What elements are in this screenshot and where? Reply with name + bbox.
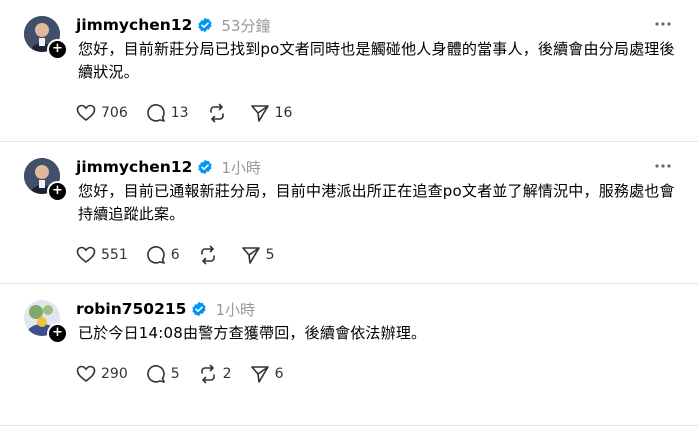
post-time[interactable]: 53分鐘 <box>221 15 270 36</box>
repost-button[interactable]: 2 <box>198 364 232 384</box>
repost-button[interactable] <box>207 103 232 123</box>
like-button[interactable]: 551 <box>76 245 128 265</box>
post: + jimmychen12 53分鐘 您好，目前新莊分局已找到po文者同時也是觸… <box>0 0 698 142</box>
post-header: robin750215 1小時 <box>76 298 255 320</box>
verified-icon <box>191 301 207 317</box>
more-icon[interactable] <box>654 16 672 30</box>
post: + jimmychen12 1小時 您好，目前已通報新莊分局，目前中港派出所正在… <box>0 142 698 284</box>
like-button[interactable]: 706 <box>76 103 128 123</box>
post-text: 您好，目前新莊分局已找到po文者同時也是觸碰他人身體的當事人，後續會由分局處理後… <box>78 40 675 81</box>
username[interactable]: jimmychen12 <box>76 158 192 176</box>
verified-icon <box>197 159 213 175</box>
comment-icon <box>146 246 165 264</box>
repost-icon <box>209 103 224 123</box>
comment-button[interactable]: 13 <box>146 103 189 123</box>
post-text: 已於今日14:08由警方查獲帶回，後續會依法辦理。 <box>78 324 427 342</box>
share-button[interactable]: 6 <box>250 364 284 384</box>
comment-icon <box>146 104 165 122</box>
action-bar: 551 6 5 <box>76 243 293 267</box>
comment-count: 6 <box>170 247 180 263</box>
repost-icon <box>200 364 215 384</box>
plus-icon[interactable]: + <box>47 39 68 60</box>
plus-icon[interactable]: + <box>47 323 68 344</box>
heart-icon <box>76 104 96 122</box>
share-icon <box>250 366 269 383</box>
comment-button[interactable]: 6 <box>146 245 180 265</box>
heart-icon <box>76 246 96 264</box>
like-count: 290 <box>101 366 128 382</box>
repost-icon <box>200 245 215 265</box>
post: + robin750215 1小時 已於今日14:08由警方查獲帶回，後續會依法… <box>0 284 698 426</box>
share-count: 6 <box>274 366 284 382</box>
plus-icon[interactable]: + <box>47 181 68 202</box>
repost-count: 2 <box>222 366 232 382</box>
comment-icon <box>146 365 165 383</box>
comment-count: 13 <box>170 105 189 121</box>
comment-count: 5 <box>170 366 180 382</box>
post-text: 您好，目前已通報新莊分局，目前中港派出所正在追查po文者並了解情況中，服務處也會… <box>78 182 675 223</box>
share-icon <box>241 247 260 264</box>
share-button[interactable]: 16 <box>250 103 293 123</box>
heart-icon <box>76 365 96 383</box>
share-count: 16 <box>274 105 293 121</box>
share-button[interactable]: 5 <box>241 245 275 265</box>
action-bar: 290 5 2 6 <box>76 362 302 386</box>
post-header: jimmychen12 53分鐘 <box>76 14 270 36</box>
username[interactable]: robin750215 <box>76 300 186 318</box>
like-button[interactable]: 290 <box>76 364 128 384</box>
more-icon[interactable] <box>654 158 672 172</box>
post-time[interactable]: 1小時 <box>215 299 255 320</box>
repost-button[interactable] <box>198 245 223 265</box>
username[interactable]: jimmychen12 <box>76 16 192 34</box>
verified-icon <box>197 17 213 33</box>
action-bar: 706 13 16 <box>76 101 310 125</box>
like-count: 551 <box>101 247 128 263</box>
post-header: jimmychen12 1小時 <box>76 156 261 178</box>
share-icon <box>250 105 269 122</box>
like-count: 706 <box>101 105 128 121</box>
post-time[interactable]: 1小時 <box>221 157 261 178</box>
share-count: 5 <box>265 247 275 263</box>
comment-button[interactable]: 5 <box>146 364 180 384</box>
